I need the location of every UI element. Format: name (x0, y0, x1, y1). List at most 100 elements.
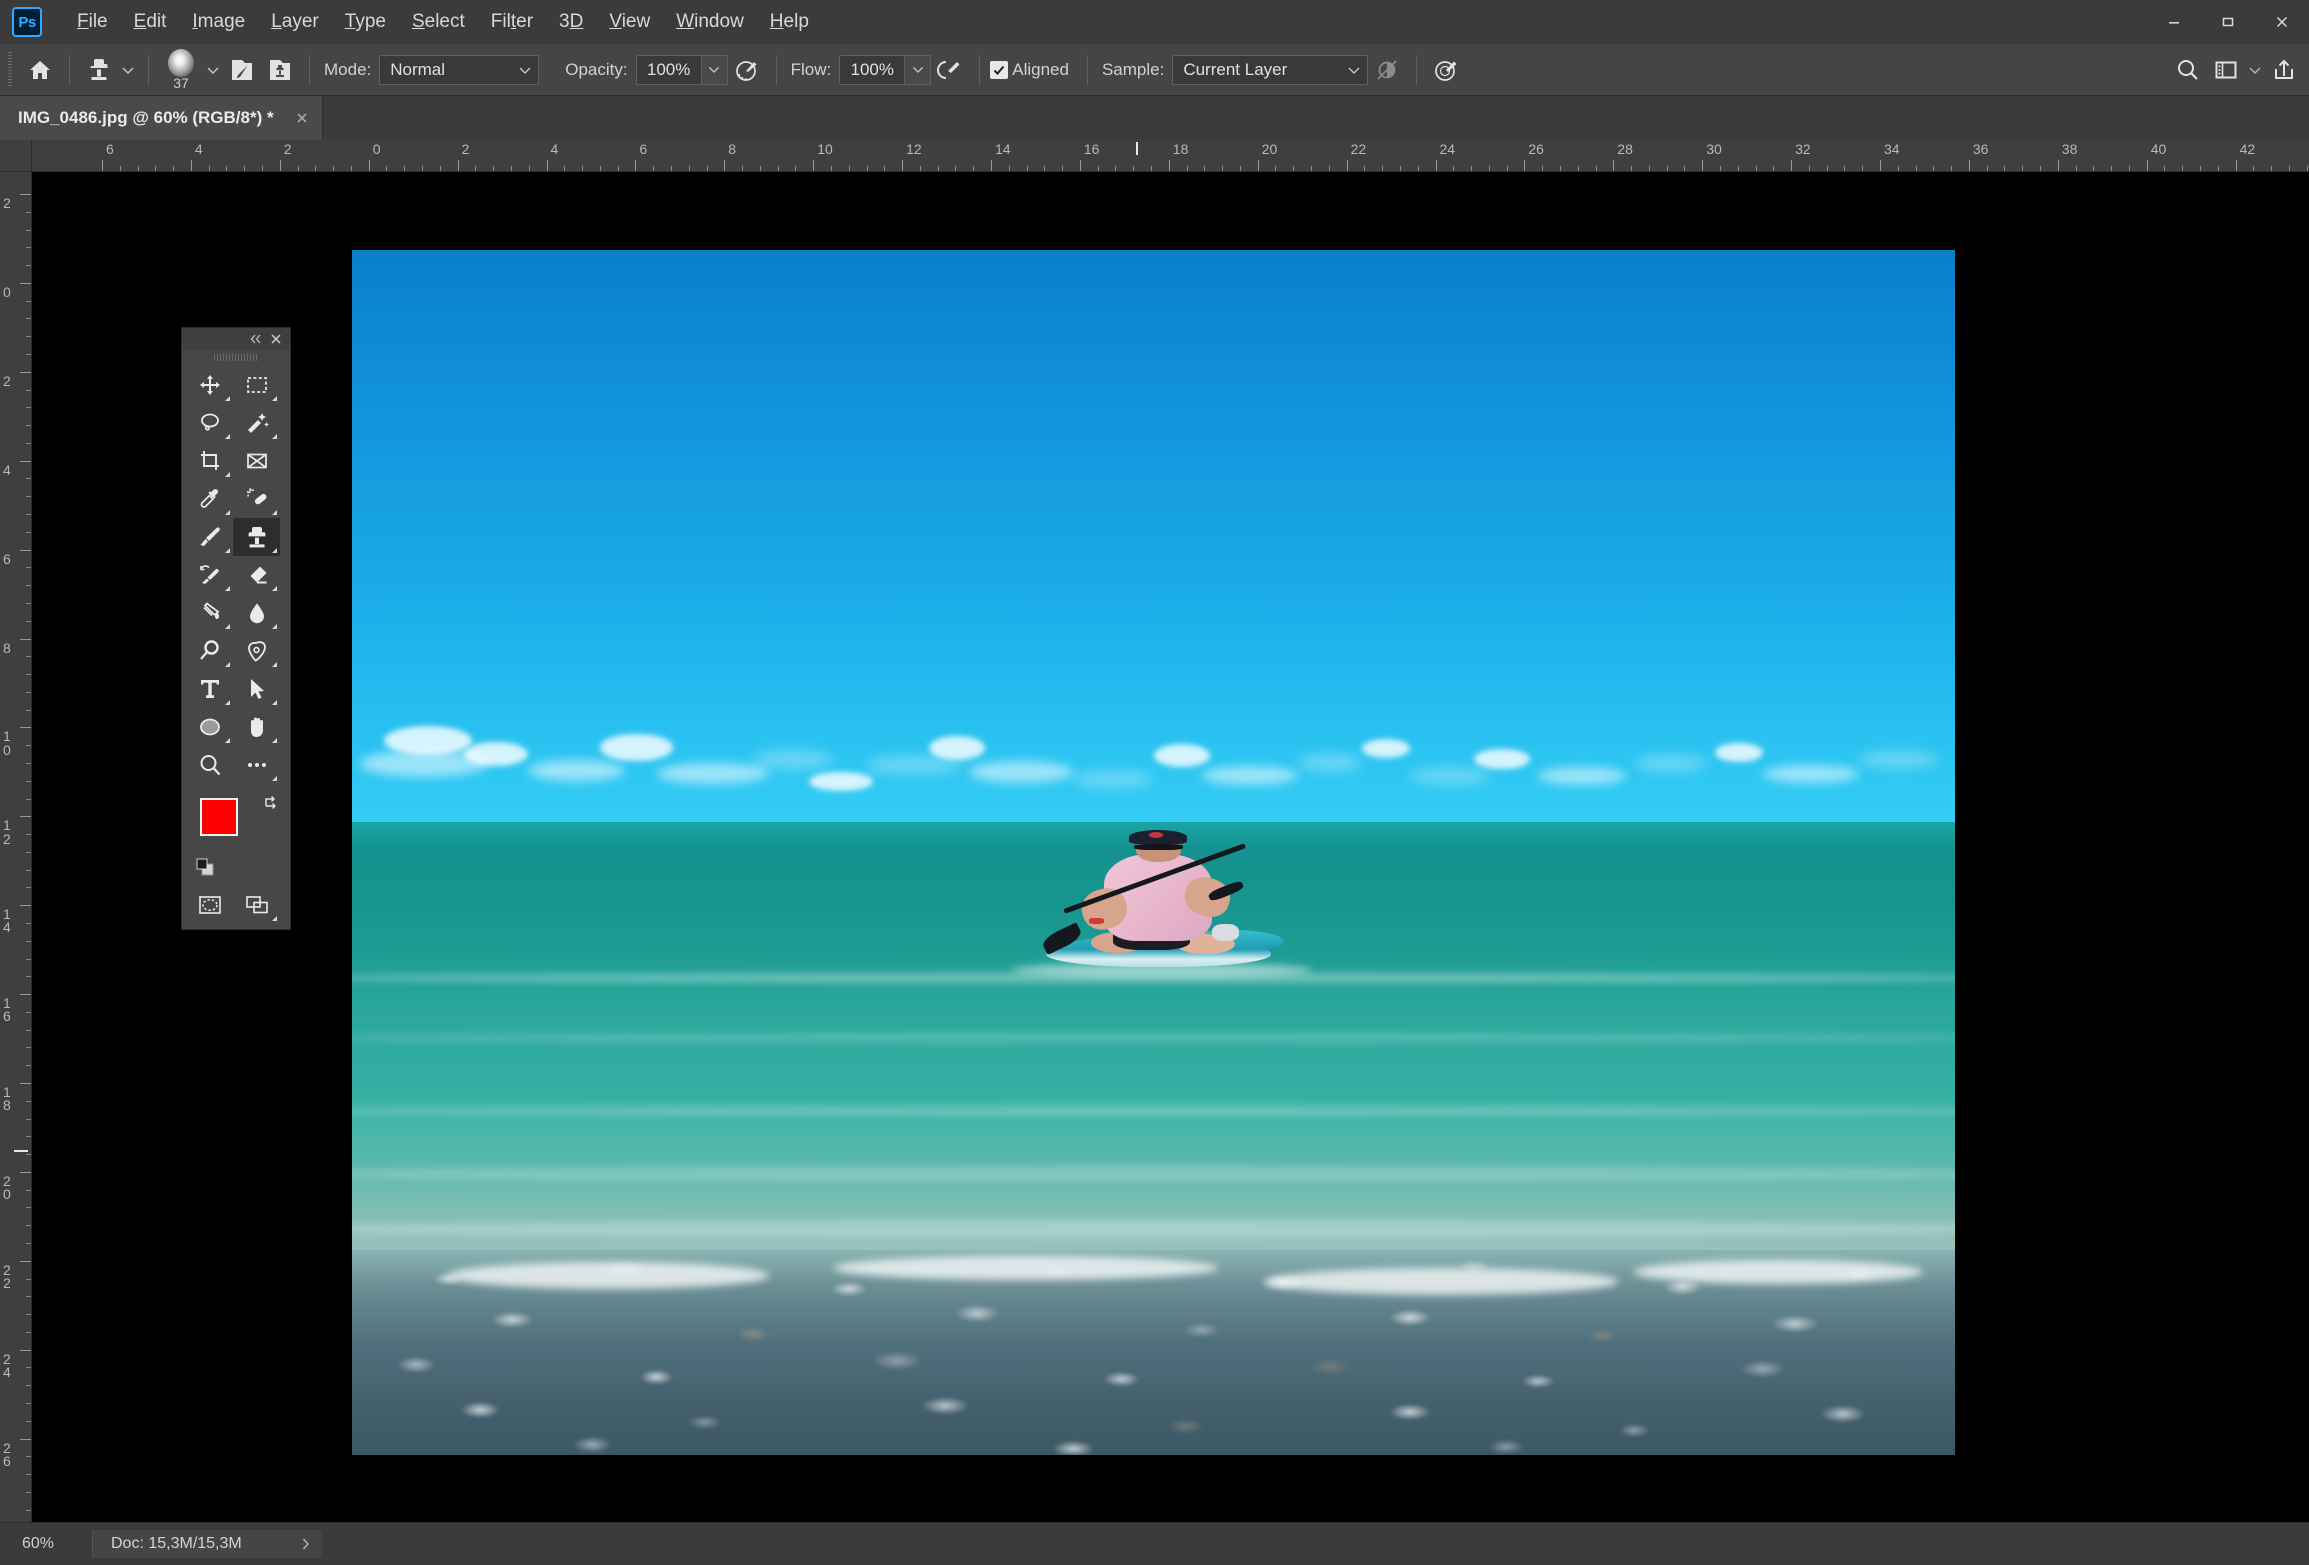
ruler-corner[interactable] (0, 140, 32, 172)
share-button[interactable] (2265, 51, 2303, 89)
pressure-size-button[interactable] (1427, 51, 1465, 89)
airbrush-button[interactable] (931, 51, 969, 89)
clone-stamp-icon (248, 526, 265, 547)
pen-tool[interactable] (233, 632, 280, 670)
eyedropper-icon (200, 489, 218, 508)
document-image[interactable] (352, 250, 1955, 1455)
zoom-level-field[interactable]: 60% (22, 1535, 92, 1553)
ellipse-tool[interactable] (186, 708, 233, 746)
search-button[interactable] (2169, 51, 2207, 89)
brush-tool[interactable] (186, 518, 233, 556)
pressure-opacity-icon (735, 60, 757, 81)
opacity-input[interactable]: 100% (635, 54, 702, 85)
wave-line (352, 1220, 1955, 1239)
menu-filter[interactable]: Filter (478, 7, 546, 37)
minimize-button[interactable] (2147, 0, 2201, 44)
drag-grip-icon[interactable] (214, 350, 258, 364)
menu-window[interactable]: Window (663, 7, 757, 37)
mode-select[interactable]: Normal (379, 54, 540, 85)
screen-mode-toggle[interactable] (233, 886, 280, 924)
aligned-checkbox[interactable] (990, 60, 1009, 79)
ruler-tick-minor (1755, 166, 1757, 171)
menu-help[interactable]: Help (757, 7, 822, 37)
ruler-tick-minor (1648, 166, 1650, 171)
horizontal-type-tool[interactable] (186, 670, 233, 708)
ruler-label: 14 (995, 141, 1011, 157)
opacity-pressure-button[interactable] (728, 51, 766, 89)
document-tab-close-button[interactable] (288, 104, 316, 132)
sunglasses (1133, 843, 1183, 851)
ruler-tick (635, 160, 637, 171)
current-tool-icon-button[interactable] (80, 51, 118, 89)
menu-file[interactable]: File (64, 7, 121, 37)
ruler-tick (902, 160, 904, 171)
menu-image[interactable]: Image (179, 7, 258, 37)
menu-type[interactable]: Type (332, 7, 399, 37)
quick-selection-tool[interactable] (233, 404, 280, 442)
document-tab[interactable]: IMG_0486.jpg @ 60% (RGB/8*) * (0, 96, 323, 140)
default-colors-button[interactable] (196, 858, 216, 878)
ruler-tick-minor (1097, 166, 1099, 171)
foreground-color-swatch[interactable] (200, 798, 238, 836)
menu-view[interactable]: View (596, 7, 663, 37)
horizontal-ruler[interactable]: 6 4 2 0 2 4 6 8 10 12 14 16 18 20 22 24 26 28 30 32 34 36 38 40… (32, 140, 2309, 172)
rectangular-marquee-tool[interactable] (233, 366, 280, 404)
wave-line (352, 1033, 1955, 1044)
ruler-tick-minor (1577, 166, 1579, 171)
tools-panel-close-button[interactable] (266, 329, 286, 349)
clone-stamp-tool[interactable] (233, 518, 280, 556)
toggle-clone-source-panel-button[interactable] (261, 51, 299, 89)
ruler-tick-minor (2075, 166, 2077, 171)
gradient-tool[interactable] (186, 594, 233, 632)
home-button[interactable] (21, 51, 59, 89)
tool-submenu-indicator (225, 738, 230, 743)
opacity-slider-toggle[interactable] (701, 54, 728, 85)
brush-preset-picker[interactable] (203, 51, 223, 89)
drag-grip-icon[interactable] (5, 51, 15, 88)
ruler-tick-minor (26, 442, 31, 444)
close-button[interactable] (2255, 0, 2309, 44)
zoom-tool[interactable] (186, 746, 233, 784)
move-tool[interactable] (186, 366, 233, 404)
lasso-tool[interactable] (186, 404, 233, 442)
toggle-brush-panel-button[interactable] (223, 51, 261, 89)
blur-tool[interactable] (233, 594, 280, 632)
hand-tool[interactable] (233, 708, 280, 746)
edit-toolbar-button[interactable] (233, 746, 280, 784)
canvas-area[interactable] (32, 172, 2309, 1522)
vertical-ruler[interactable]: 2 0 2 4 6 8 10 12 14 16 18 20 22 24 26 (0, 172, 32, 1522)
eyedropper-tool[interactable] (186, 480, 233, 518)
menu-3d[interactable]: 3D (546, 7, 596, 37)
quick-mask-toggle[interactable] (186, 886, 233, 924)
dodge-tool[interactable] (186, 632, 233, 670)
document-info-group[interactable]: Doc: 15,3M/15,3M (92, 1530, 322, 1558)
workspace-button[interactable] (2207, 51, 2245, 89)
ellipse-icon (199, 718, 220, 736)
ruler-tick-minor (1311, 166, 1313, 171)
ruler-label: 2 (461, 141, 470, 157)
menu-select[interactable]: Select (399, 7, 478, 37)
path-selection-tool[interactable] (233, 670, 280, 708)
close-icon (271, 334, 281, 344)
crop-tool[interactable] (186, 442, 233, 480)
eraser-tool[interactable] (233, 556, 280, 594)
sample-select[interactable]: Current Layer (1172, 54, 1369, 85)
ruler-tick-minor (2040, 166, 2042, 171)
ignore-adjustment-layers-button[interactable] (1368, 51, 1406, 89)
spot-healing-brush-tool[interactable] (233, 480, 280, 518)
tools-panel-header[interactable] (182, 328, 290, 350)
menu-edit[interactable]: Edit (121, 7, 180, 37)
swap-colors-button[interactable] (262, 794, 280, 812)
history-brush-tool[interactable] (186, 556, 233, 594)
tools-panel-collapse-button[interactable] (246, 329, 266, 349)
flow-input[interactable]: 100% (839, 54, 906, 85)
frame-tool[interactable] (233, 442, 280, 480)
workspace-picker[interactable] (2245, 51, 2265, 89)
brush-preset-preview[interactable]: 37 (159, 47, 203, 93)
status-expand-button[interactable] (296, 1536, 316, 1552)
flow-slider-toggle[interactable] (905, 54, 932, 85)
menu-layer[interactable]: Layer (258, 7, 332, 37)
tools-panel[interactable] (181, 327, 291, 930)
maximize-button[interactable] (2201, 0, 2255, 44)
tool-preset-picker[interactable] (118, 51, 138, 89)
